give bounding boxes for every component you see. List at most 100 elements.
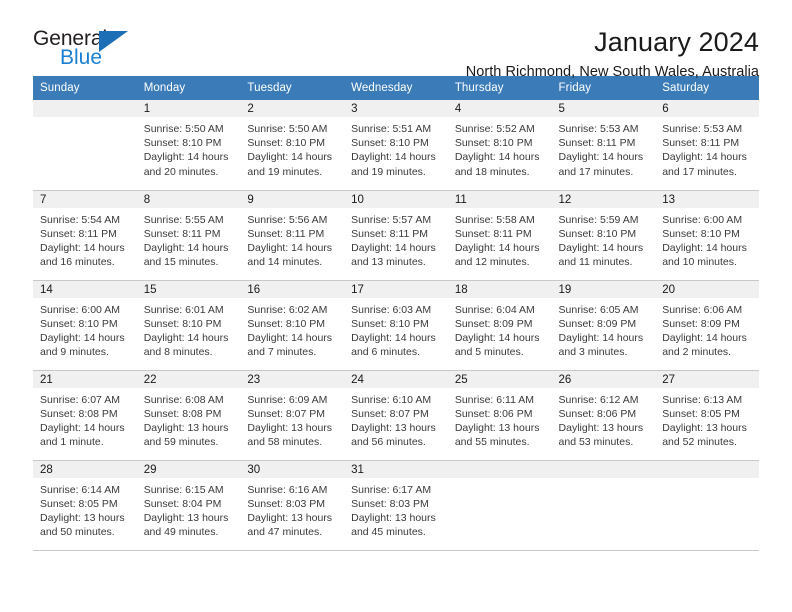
daylight-duration-line1: Daylight: 14 hours	[351, 331, 436, 344]
day-number: 26	[551, 370, 656, 388]
day-number: 27	[655, 370, 759, 388]
daylight-duration-line2: and 19 minutes.	[351, 165, 426, 178]
calendar-day-cell[interactable]: 21 Sunrise: 6:07 AM Sunset: 8:08 PM Dayligh…	[33, 370, 137, 461]
calendar-day-cell[interactable]: 11 Sunrise: 5:58 AM Sunset: 8:11 PM Dayligh…	[447, 190, 552, 281]
sunset-time: Sunset: 8:03 PM	[351, 497, 429, 510]
day-details: Sunrise: 5:53 AM Sunset: 8:11 PM Daylight:…	[552, 117, 656, 179]
daylight-duration-line2: and 19 minutes.	[247, 165, 323, 178]
day-details: Sunrise: 6:08 AM Sunset: 8:08 PM Daylight:…	[137, 388, 241, 450]
calendar-day-cell[interactable]: 23 Sunrise: 6:09 AM Sunset: 8:07 PM Dayligh…	[240, 370, 345, 461]
sunset-time: Sunset: 8:05 PM	[662, 407, 740, 420]
calendar-day-cell[interactable]: 25 Sunrise: 6:11 AM Sunset: 8:06 PM Dayligh…	[447, 370, 552, 461]
page-subtitle: North Richmond, New South Wales, Austral…	[465, 64, 759, 81]
calendar-day-cell[interactable]: 27 Sunrise: 6:13 AM Sunset: 8:05 PM Dayligh…	[655, 370, 759, 461]
daylight-duration-line2: and 45 minutes.	[351, 526, 426, 539]
day-details: Sunrise: 5:55 AM Sunset: 8:11 PM Daylight:…	[137, 208, 241, 270]
sunrise-time: Sunrise: 5:53 AM	[662, 123, 743, 135]
sunrise-time: Sunrise: 5:50 AM	[143, 123, 224, 135]
sunset-time: Sunset: 8:11 PM	[662, 137, 740, 150]
sunset-time: Sunset: 8:08 PM	[40, 407, 118, 420]
calendar-day-cell[interactable]: 30 Sunrise: 6:16 AM Sunset: 8:03 PM Dayligh…	[240, 460, 345, 551]
calendar-day-cell[interactable]: 22 Sunrise: 6:08 AM Sunset: 8:08 PM Dayligh…	[136, 370, 241, 461]
daylight-duration-line2: and 50 minutes.	[40, 526, 115, 539]
calendar-day-cell[interactable]: 17 Sunrise: 6:03 AM Sunset: 8:10 PM Dayligh…	[344, 280, 448, 371]
calendar-day-cell[interactable]: 7 Sunrise: 5:54 AM Sunset: 8:11 PM Daylight…	[33, 190, 137, 281]
calendar-day-cell[interactable]: 9 Sunrise: 5:56 AM Sunset: 8:11 PM Daylight…	[240, 190, 345, 281]
calendar-day-cell[interactable]: 2 Sunrise: 5:50 AM Sunset: 8:10 PM Daylight…	[240, 100, 345, 191]
sunset-time: Sunset: 8:11 PM	[247, 227, 325, 240]
generalblue-logo[interactable]: General Blue	[33, 28, 138, 72]
daylight-duration-line1: Daylight: 14 hours	[40, 421, 125, 434]
sunset-time: Sunset: 8:08 PM	[143, 407, 222, 420]
calendar-day-cell[interactable]: 3 Sunrise: 5:51 AM Sunset: 8:10 PM Daylight…	[344, 100, 448, 191]
calendar-day-cell[interactable]: 15 Sunrise: 6:01 AM Sunset: 8:10 PM Dayligh…	[136, 280, 241, 371]
day-details: Sunrise: 6:10 AM Sunset: 8:07 PM Daylight:…	[344, 388, 448, 450]
day-number: 21	[33, 370, 137, 388]
sunrise-sunset-calendar: Sunday Monday Tuesday Wednesday Thursday Frid…	[33, 76, 759, 551]
day-details: Sunrise: 6:12 AM Sunset: 8:06 PM Daylight:…	[552, 388, 656, 450]
day-number: 28	[33, 460, 137, 478]
sunset-time: Sunset: 8:05 PM	[40, 497, 118, 510]
sunrise-time: Sunrise: 6:15 AM	[143, 483, 224, 496]
sunrise-time: Sunrise: 6:02 AM	[247, 303, 328, 316]
day-details: Sunrise: 6:00 AM Sunset: 8:10 PM Daylight:…	[33, 298, 137, 360]
daylight-duration-line2: and 14 minutes.	[247, 256, 323, 269]
day-number: 18	[447, 280, 552, 298]
day-details: Sunrise: 6:16 AM Sunset: 8:03 PM Daylight:…	[240, 478, 344, 540]
calendar-day-cell[interactable]: 5 Sunrise: 5:53 AM Sunset: 8:11 PM Daylight…	[551, 100, 656, 191]
calendar-day-cell[interactable]: 14 Sunrise: 6:00 AM Sunset: 8:10 PM Dayligh…	[33, 280, 137, 371]
daylight-duration-line2: and 9 minutes.	[40, 346, 109, 359]
calendar-body: 1 Sunrise: 5:50 AM Sunset: 8:10 PM Daylight…	[33, 100, 759, 551]
calendar-day-cell[interactable]: 1 Sunrise: 5:50 AM Sunset: 8:10 PM Daylight…	[136, 100, 241, 191]
calendar-day-cell[interactable]: 12 Sunrise: 5:59 AM Sunset: 8:10 PM Dayligh…	[551, 190, 656, 281]
daylight-duration-line1: Daylight: 13 hours	[247, 421, 333, 434]
page-title: January 2024	[594, 27, 759, 57]
daylight-duration-line1: Daylight: 13 hours	[454, 421, 540, 434]
calendar-day-cell[interactable]: 29 Sunrise: 6:15 AM Sunset: 8:04 PM Dayligh…	[136, 460, 241, 551]
page-header: General Blue January 2024 North Richmond…	[33, 0, 759, 81]
calendar-day-cell[interactable]: 10 Sunrise: 5:57 AM Sunset: 8:11 PM Dayligh…	[344, 190, 448, 281]
day-details: Sunrise: 6:06 AM Sunset: 8:09 PM Daylight:…	[655, 298, 759, 360]
calendar-day-cell[interactable]: 18 Sunrise: 6:04 AM Sunset: 8:09 PM Dayligh…	[447, 280, 552, 371]
sunset-time: Sunset: 8:06 PM	[558, 407, 637, 420]
day-details: Sunrise: 6:04 AM Sunset: 8:09 PM Daylight:…	[448, 298, 552, 360]
day-number: 22	[136, 370, 241, 388]
day-details	[552, 478, 656, 483]
day-number: 13	[655, 190, 759, 208]
day-details: Sunrise: 5:59 AM Sunset: 8:10 PM Daylight:…	[552, 208, 656, 270]
calendar-day-cell[interactable]: 31 Sunrise: 6:17 AM Sunset: 8:03 PM Dayligh…	[344, 460, 448, 551]
weekday-header-monday: Monday	[136, 76, 241, 100]
calendar-day-cell[interactable]: 4 Sunrise: 5:52 AM Sunset: 8:10 PM Daylight…	[447, 100, 552, 191]
calendar-day-cell[interactable]: 20 Sunrise: 6:06 AM Sunset: 8:09 PM Dayligh…	[655, 280, 759, 371]
day-details: Sunrise: 6:01 AM Sunset: 8:10 PM Daylight:…	[137, 298, 241, 360]
sunset-time: Sunset: 8:11 PM	[351, 227, 428, 240]
sunset-time: Sunset: 8:09 PM	[454, 317, 533, 330]
calendar-day-cell[interactable]: 6 Sunrise: 5:53 AM Sunset: 8:11 PM Daylight…	[655, 100, 759, 191]
calendar-day-cell[interactable]: 13 Sunrise: 6:00 AM Sunset: 8:10 PM Dayligh…	[655, 190, 759, 281]
calendar-cell-empty	[551, 460, 656, 551]
calendar-cell-empty	[33, 100, 137, 191]
daylight-duration-line1: Daylight: 13 hours	[247, 511, 333, 524]
calendar-day-cell[interactable]: 19 Sunrise: 6:05 AM Sunset: 8:09 PM Dayligh…	[551, 280, 656, 371]
day-number: 15	[136, 280, 241, 298]
day-number: 11	[447, 190, 552, 208]
day-number	[33, 100, 137, 117]
daylight-duration-line1: Daylight: 13 hours	[558, 421, 644, 434]
day-details: Sunrise: 5:54 AM Sunset: 8:11 PM Daylight:…	[33, 208, 137, 270]
calendar-day-cell[interactable]: 8 Sunrise: 5:55 AM Sunset: 8:11 PM Daylight…	[136, 190, 241, 281]
calendar-day-cell[interactable]: 24 Sunrise: 6:10 AM Sunset: 8:07 PM Dayligh…	[344, 370, 448, 461]
daylight-duration-line2: and 1 minute.	[40, 436, 104, 449]
sunset-time: Sunset: 8:04 PM	[143, 497, 222, 510]
day-details: Sunrise: 5:50 AM Sunset: 8:10 PM Daylight:…	[137, 117, 241, 179]
calendar-day-cell[interactable]: 26 Sunrise: 6:12 AM Sunset: 8:06 PM Dayligh…	[551, 370, 656, 461]
daylight-duration-line2: and 10 minutes.	[662, 256, 737, 269]
calendar-day-cell[interactable]: 16 Sunrise: 6:02 AM Sunset: 8:10 PM Dayligh…	[240, 280, 345, 371]
day-details: Sunrise: 6:13 AM Sunset: 8:05 PM Daylight:…	[655, 388, 759, 450]
sunrise-time: Sunrise: 6:10 AM	[351, 393, 432, 406]
daylight-duration-line1: Daylight: 14 hours	[662, 331, 747, 344]
calendar-week-row: 28 Sunrise: 6:14 AM Sunset: 8:05 PM Dayligh…	[33, 460, 759, 551]
sunrise-time: Sunrise: 5:59 AM	[558, 213, 639, 226]
day-details: Sunrise: 6:00 AM Sunset: 8:10 PM Daylight:…	[655, 208, 759, 270]
sunset-time: Sunset: 8:11 PM	[40, 227, 117, 240]
calendar-day-cell[interactable]: 28 Sunrise: 6:14 AM Sunset: 8:05 PM Dayligh…	[33, 460, 137, 551]
